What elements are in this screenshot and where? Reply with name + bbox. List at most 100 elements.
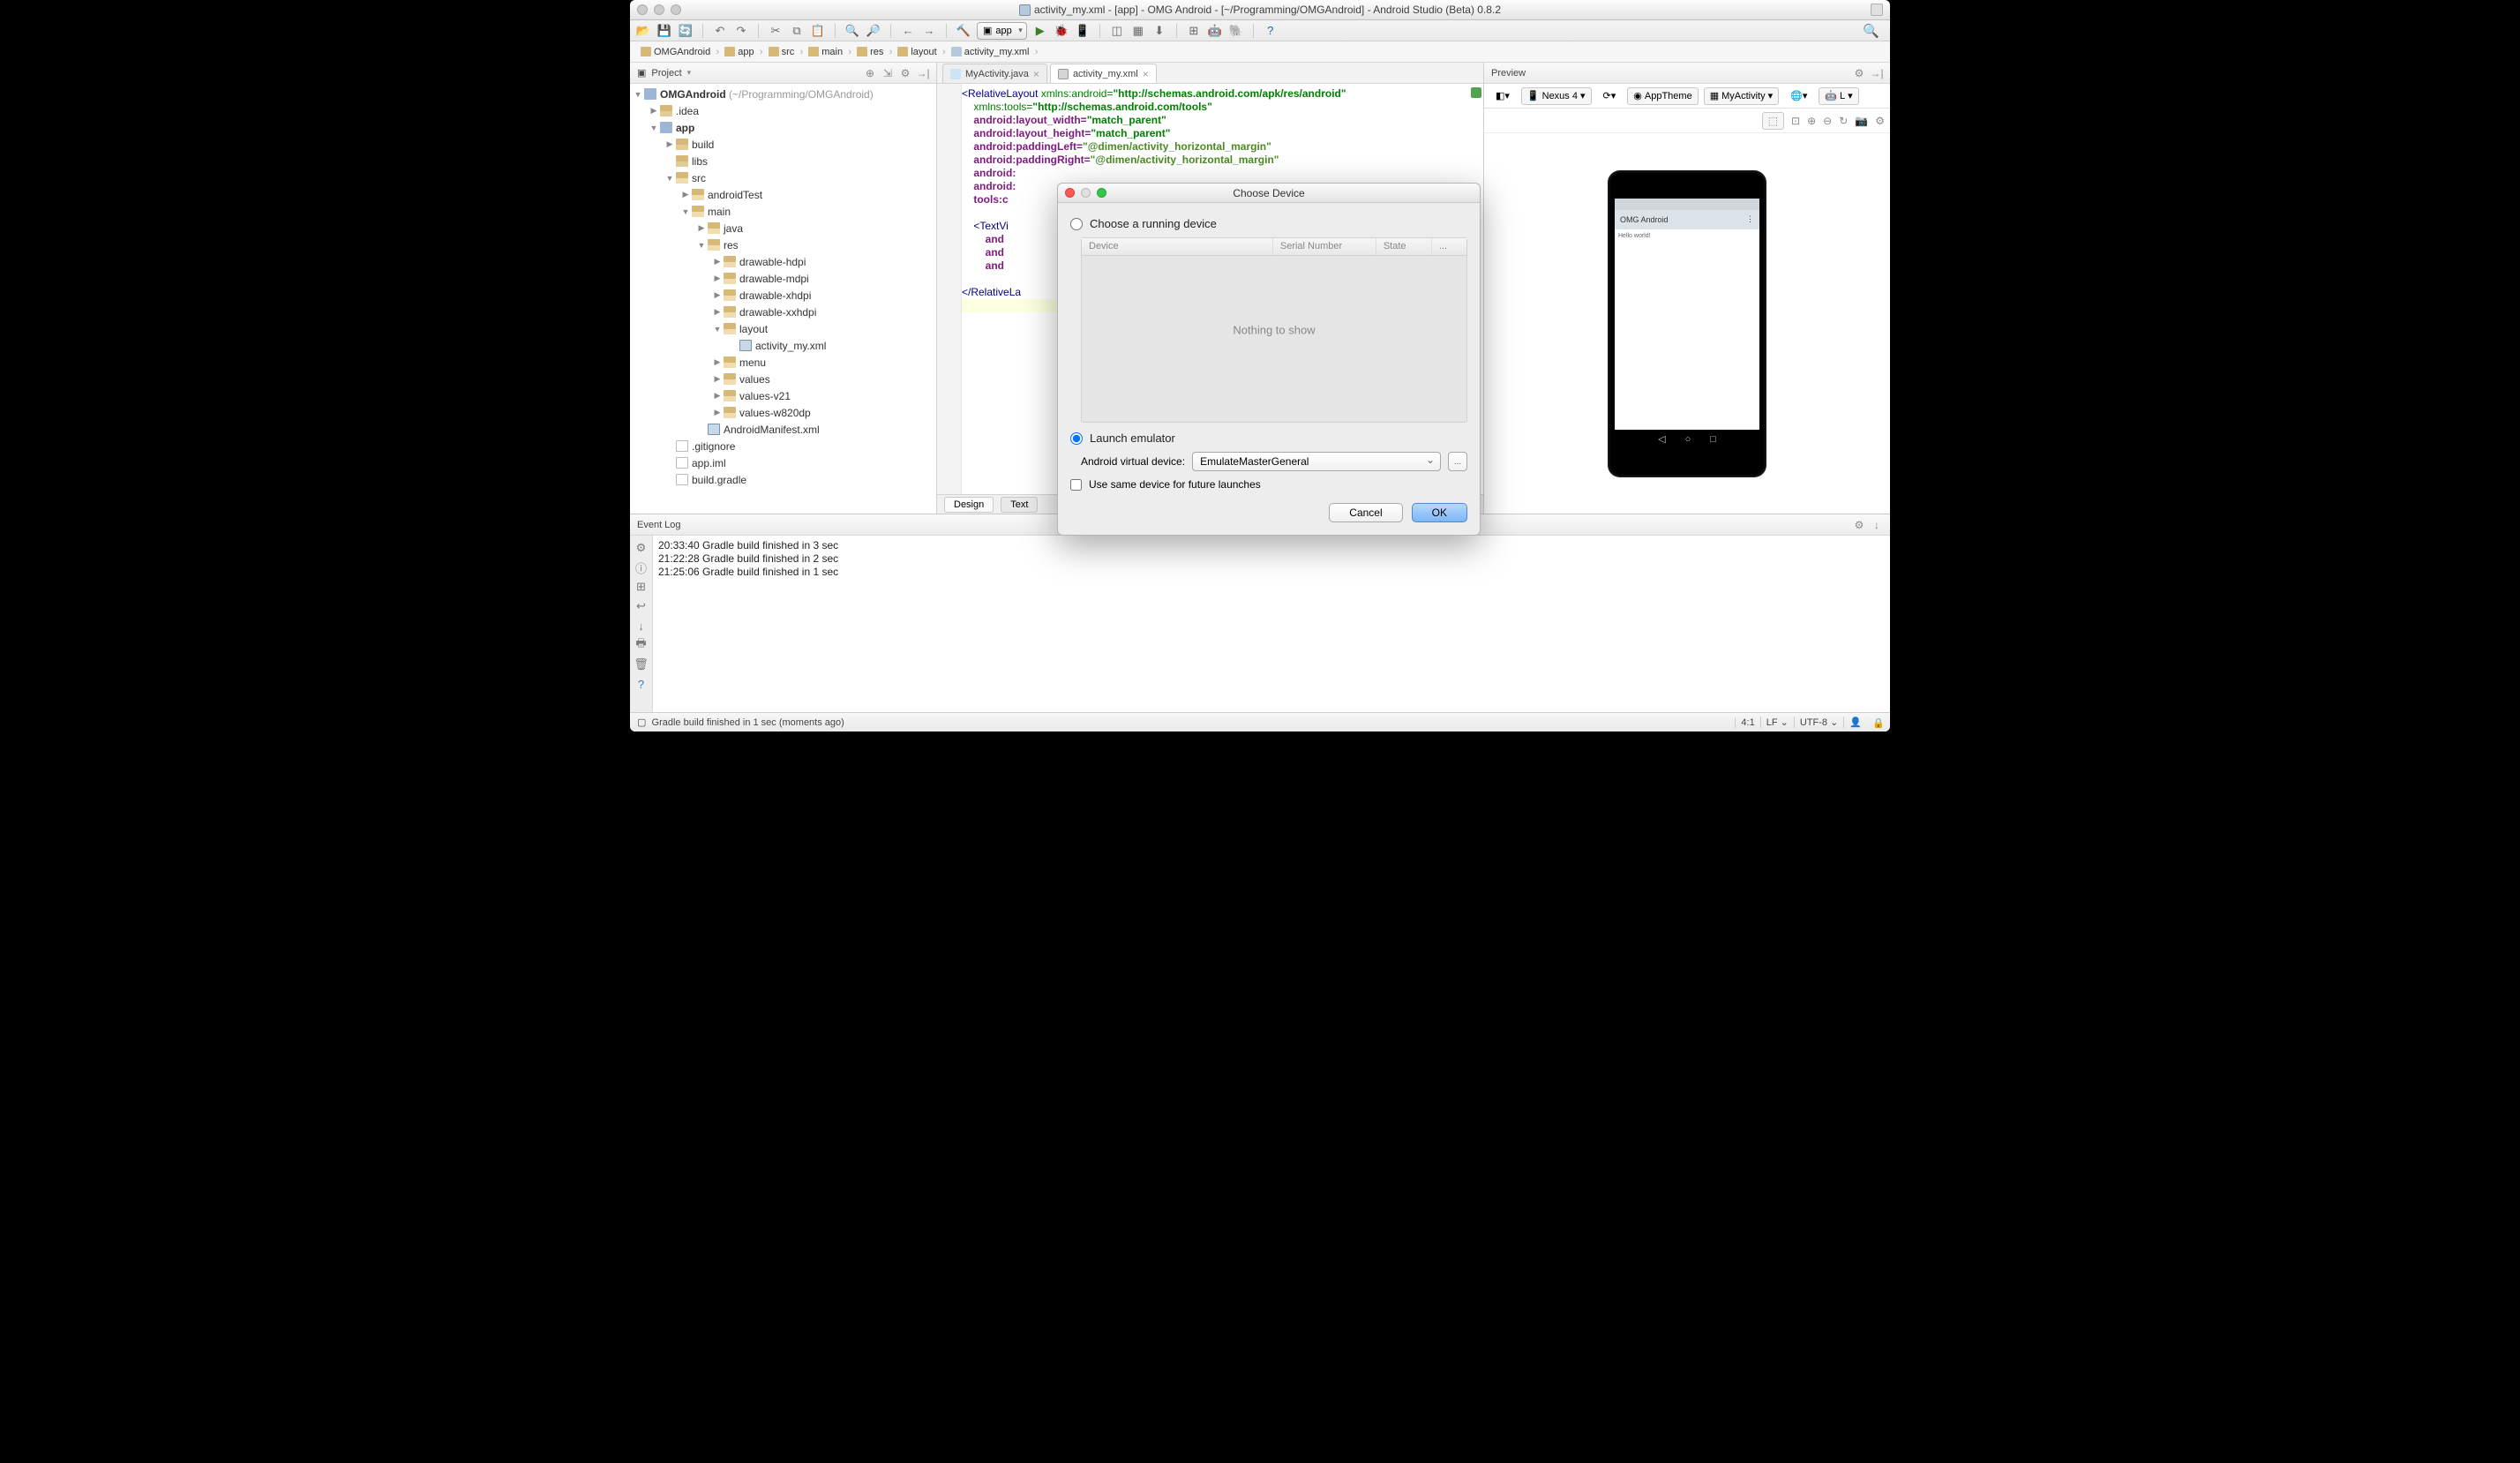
crumb[interactable]: res bbox=[851, 43, 892, 61]
refresh-icon[interactable]: ↻ bbox=[1839, 115, 1848, 127]
hide-icon[interactable]: →| bbox=[917, 67, 929, 79]
paste-icon[interactable]: 📋 bbox=[810, 23, 826, 39]
settings-icon[interactable]: ⚙ bbox=[634, 541, 649, 555]
locale-icon[interactable]: 🌐▾ bbox=[1784, 87, 1813, 105]
gear-icon[interactable]: ⚙ bbox=[899, 67, 911, 79]
reveal-icon[interactable] bbox=[1871, 4, 1883, 16]
gear-icon[interactable]: ⚙ bbox=[1853, 67, 1865, 79]
settings-icon[interactable]: ⚙ bbox=[1875, 115, 1885, 127]
file-encoding[interactable]: UTF-8 ⌄ bbox=[1794, 716, 1843, 728]
open-icon[interactable]: 📂 bbox=[635, 23, 651, 39]
theme-selector[interactable]: ◉AppTheme bbox=[1627, 87, 1698, 105]
close-window-button[interactable] bbox=[637, 4, 648, 15]
zoom-window-button[interactable] bbox=[671, 4, 681, 15]
inspector-icon[interactable]: 👤 bbox=[1843, 716, 1867, 728]
filter-icon[interactable]: ⊞ bbox=[634, 580, 649, 594]
structure-icon[interactable]: ⊞ bbox=[1186, 23, 1202, 39]
code-analysis-indicator[interactable] bbox=[1471, 87, 1481, 98]
crumb[interactable]: main bbox=[803, 43, 851, 61]
event-log-content[interactable]: 20:33:40 Gradle build finished in 3 sec … bbox=[653, 536, 1890, 712]
lock-icon[interactable]: 🔒 bbox=[1872, 717, 1883, 728]
crumb[interactable]: app bbox=[719, 43, 762, 61]
hide-icon[interactable]: ↓ bbox=[1871, 519, 1883, 531]
help-icon[interactable]: ? bbox=[634, 677, 649, 691]
close-dialog-button[interactable] bbox=[1065, 188, 1075, 198]
project-tree[interactable]: ▼OMGAndroid (~/Programming/OMGAndroid) ▶… bbox=[630, 84, 936, 514]
redo-icon[interactable]: ↷ bbox=[733, 23, 749, 39]
zoom-in-icon[interactable]: ⊕ bbox=[1807, 115, 1816, 127]
minimize-window-button[interactable] bbox=[654, 4, 664, 15]
radio-launch-emulator[interactable] bbox=[1070, 432, 1083, 445]
attach-icon[interactable]: 📱 bbox=[1075, 23, 1091, 39]
text-tab[interactable]: Text bbox=[1001, 497, 1038, 513]
toolwindow-icon[interactable]: ▢ bbox=[637, 716, 646, 728]
run-config-selector[interactable]: ▣app bbox=[977, 22, 1027, 40]
line-separator[interactable]: LF ⌄ bbox=[1760, 716, 1794, 728]
sync-icon[interactable]: 🔄 bbox=[678, 23, 694, 39]
col-device[interactable]: Device bbox=[1082, 238, 1273, 255]
gradle-icon[interactable]: 🐘 bbox=[1228, 23, 1244, 39]
choose-running-device-radio[interactable]: Choose a running device bbox=[1070, 217, 1467, 230]
activity-selector[interactable]: ▦MyActivity▾ bbox=[1704, 87, 1779, 105]
ok-button[interactable]: OK bbox=[1412, 503, 1467, 522]
tab-activity-my-xml[interactable]: activity_my.xml× bbox=[1050, 64, 1157, 83]
zoom-fit-icon[interactable]: ⊡ bbox=[1791, 115, 1800, 127]
avd-icon[interactable]: ◫ bbox=[1109, 23, 1125, 39]
cancel-button[interactable]: Cancel bbox=[1329, 503, 1402, 522]
clear-icon[interactable]: 🗑 bbox=[634, 657, 649, 671]
close-icon[interactable]: × bbox=[1143, 68, 1149, 80]
zoom-dialog-button[interactable] bbox=[1097, 188, 1106, 198]
avd-manager-button[interactable]: ... bbox=[1448, 452, 1467, 471]
camera-icon[interactable]: 📷 bbox=[1855, 115, 1868, 127]
info-icon[interactable]: ⓘ bbox=[634, 560, 649, 574]
radio-running-device[interactable] bbox=[1070, 218, 1083, 230]
android-icon[interactable]: 🤖 bbox=[1207, 23, 1223, 39]
minimize-dialog-button[interactable] bbox=[1081, 188, 1091, 198]
debug-icon[interactable]: 🐞 bbox=[1054, 23, 1069, 39]
scroll-icon[interactable]: ↓ bbox=[634, 619, 649, 633]
find-icon[interactable]: 🔍 bbox=[844, 23, 860, 39]
back-icon[interactable]: ← bbox=[900, 23, 916, 39]
crumb[interactable]: layout bbox=[892, 43, 945, 61]
gear-icon[interactable]: ⚙ bbox=[1853, 519, 1865, 531]
undo-icon[interactable]: ↶ bbox=[712, 23, 728, 39]
config-icon[interactable]: ◧▾ bbox=[1489, 87, 1516, 105]
col-state[interactable]: State bbox=[1376, 238, 1432, 255]
help-icon[interactable]: ? bbox=[1263, 23, 1279, 39]
col-serial[interactable]: Serial Number bbox=[1273, 238, 1376, 255]
running-devices-table[interactable]: Device Serial Number State ... Nothing t… bbox=[1081, 237, 1467, 423]
launch-emulator-radio[interactable]: Launch emulator bbox=[1070, 431, 1467, 445]
search-icon[interactable]: 🔍 bbox=[1863, 23, 1879, 39]
crumb[interactable]: src bbox=[763, 43, 804, 61]
zoom-out-icon[interactable]: ⊖ bbox=[1823, 115, 1832, 127]
crumb[interactable]: activity_my.xml bbox=[946, 43, 1039, 61]
save-icon[interactable]: 💾 bbox=[656, 23, 672, 39]
design-tab[interactable]: Design bbox=[944, 497, 994, 513]
same-device-checkbox[interactable] bbox=[1070, 479, 1082, 491]
copy-icon[interactable]: ⧉ bbox=[789, 23, 805, 39]
replace-icon[interactable]: 🔎 bbox=[866, 23, 881, 39]
forward-icon[interactable]: → bbox=[921, 23, 937, 39]
preview-canvas[interactable]: OMG Android⋮ Hello world! ◁○□ bbox=[1484, 133, 1890, 514]
select-icon[interactable]: ⬚ bbox=[1762, 112, 1784, 130]
orientation-icon[interactable]: ⟳▾ bbox=[1597, 87, 1623, 105]
build-icon[interactable]: 🔨 bbox=[956, 23, 971, 39]
sdk-icon[interactable]: ▦ bbox=[1130, 23, 1146, 39]
monitor-icon[interactable]: ⬇ bbox=[1151, 23, 1167, 39]
run-icon[interactable]: ▶ bbox=[1032, 23, 1048, 39]
device-selector[interactable]: 📱 Nexus 4▾ bbox=[1521, 87, 1592, 105]
cut-icon[interactable]: ✂ bbox=[768, 23, 784, 39]
close-icon[interactable]: × bbox=[1033, 68, 1039, 80]
api-selector[interactable]: 🤖L▾ bbox=[1819, 87, 1858, 105]
crumb[interactable]: OMGAndroid bbox=[635, 43, 719, 61]
hide-icon[interactable]: →| bbox=[1871, 67, 1883, 79]
target-icon[interactable]: ⊕ bbox=[864, 67, 876, 79]
same-device-checkbox-row[interactable]: Use same device for future launches bbox=[1070, 478, 1467, 491]
tab-myactivity[interactable]: MyActivity.java× bbox=[942, 64, 1047, 83]
wrap-icon[interactable]: ↩ bbox=[634, 599, 649, 613]
collapse-icon[interactable]: ⇲ bbox=[881, 67, 894, 79]
col-compat[interactable]: ... bbox=[1432, 238, 1466, 255]
cursor-position[interactable]: 4:1 bbox=[1735, 717, 1759, 728]
print-icon[interactable]: 🖶 bbox=[634, 638, 649, 652]
avd-selector[interactable]: EmulateMasterGeneral bbox=[1192, 452, 1441, 471]
